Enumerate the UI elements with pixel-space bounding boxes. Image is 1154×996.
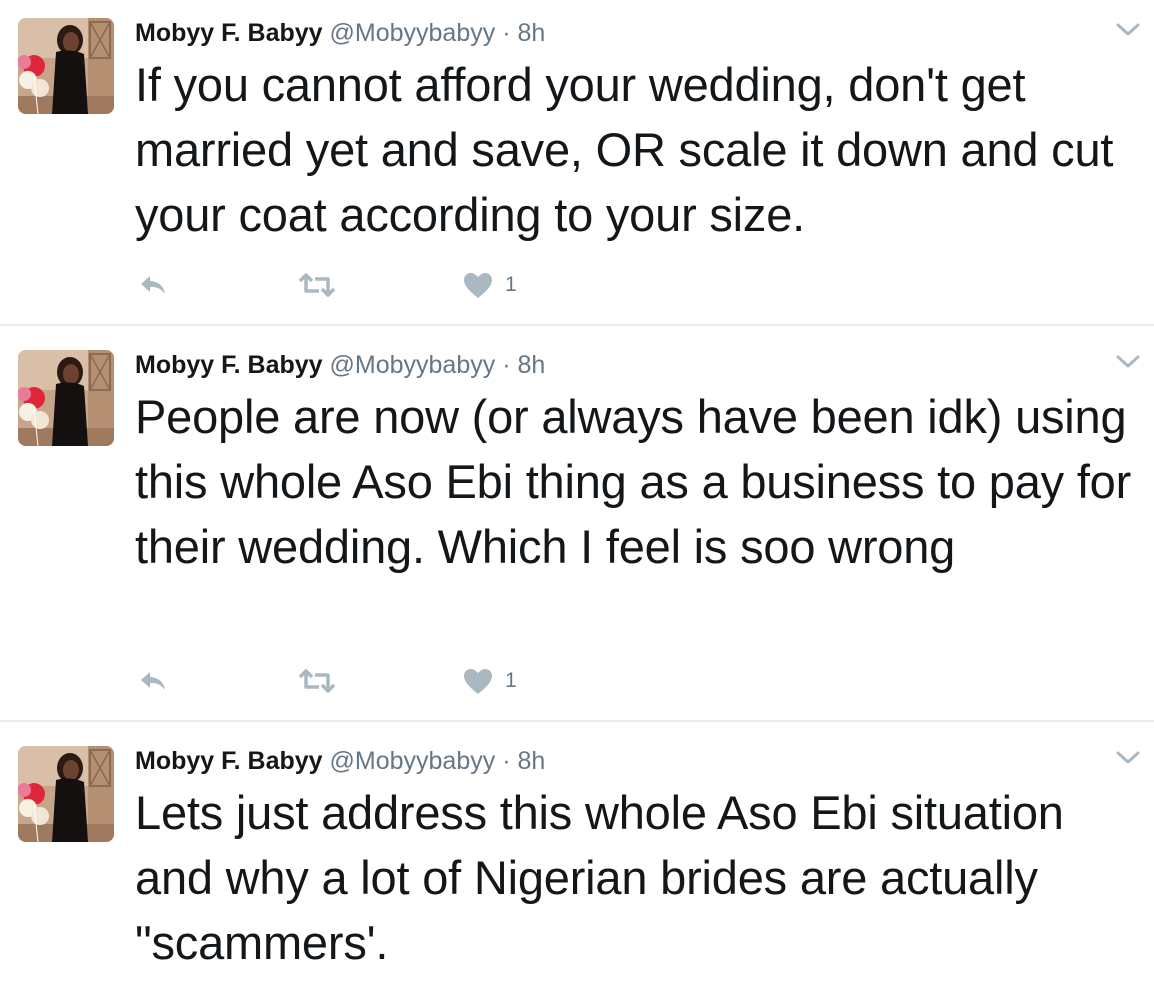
like-count: 1	[505, 669, 517, 692]
avatar-image	[18, 746, 114, 842]
tweet-header: Mobyy F. Babyy @Mobyybabyy · 8h	[135, 348, 545, 382]
separator: ·	[502, 747, 511, 775]
tweet-actions: 1	[135, 268, 555, 302]
heart-icon	[464, 272, 492, 298]
fullname[interactable]: Mobyy F. Babyy	[135, 747, 323, 775]
tweet-text: People are now (or always have been idk)…	[135, 390, 1132, 573]
separator: ·	[502, 19, 511, 47]
like-count: 1	[505, 273, 517, 296]
tweet-text: Lets just address this whole Aso Ebi sit…	[135, 786, 1064, 969]
timeline: Mobyy F. Babyy @Mobyybabyy · 8h If you c…	[0, 0, 1154, 996]
like-button[interactable]: 1	[463, 664, 517, 698]
timestamp[interactable]: 8h	[517, 747, 545, 775]
like-button[interactable]: 1	[463, 268, 517, 302]
heart-icon	[464, 668, 492, 694]
tweet-header: Mobyy F. Babyy @Mobyybabyy · 8h	[135, 16, 545, 50]
reply-button[interactable]	[137, 268, 169, 302]
fullname[interactable]: Mobyy F. Babyy	[135, 19, 323, 47]
avatar[interactable]	[18, 746, 114, 842]
fullname[interactable]: Mobyy F. Babyy	[135, 351, 323, 379]
tweet[interactable]: Mobyy F. Babyy @Mobyybabyy · 8h If you c…	[0, 0, 1154, 326]
avatar[interactable]	[18, 18, 114, 114]
timestamp[interactable]: 8h	[517, 351, 545, 379]
separator: ·	[502, 351, 511, 379]
tweet-actions: 1	[135, 664, 555, 698]
tweet-header: Mobyy F. Babyy @Mobyybabyy · 8h	[135, 744, 545, 778]
timestamp[interactable]: 8h	[517, 19, 545, 47]
reply-button[interactable]	[137, 664, 169, 698]
username[interactable]: @Mobyybabyy	[330, 747, 496, 775]
tweet-text: If you cannot afford your wedding, don't…	[135, 58, 1114, 241]
chevron-down-icon[interactable]	[1114, 20, 1142, 40]
reply-icon	[141, 276, 165, 294]
reply-icon	[141, 672, 165, 690]
retweet-icon	[298, 273, 336, 297]
retweet-button[interactable]	[297, 664, 337, 698]
tweet[interactable]: Mobyy F. Babyy @Mobyybabyy · 8h People a…	[0, 326, 1154, 722]
chevron-down-icon[interactable]	[1114, 748, 1142, 768]
chevron-down-icon[interactable]	[1114, 352, 1142, 372]
avatar-image	[18, 18, 114, 114]
avatar-image	[18, 350, 114, 446]
avatar[interactable]	[18, 350, 114, 446]
username[interactable]: @Mobyybabyy	[330, 351, 496, 379]
tweet[interactable]: Mobyy F. Babyy @Mobyybabyy · 8h Lets jus…	[0, 722, 1154, 996]
retweet-button[interactable]	[297, 268, 337, 302]
retweet-icon	[298, 669, 336, 693]
username[interactable]: @Mobyybabyy	[330, 19, 496, 47]
